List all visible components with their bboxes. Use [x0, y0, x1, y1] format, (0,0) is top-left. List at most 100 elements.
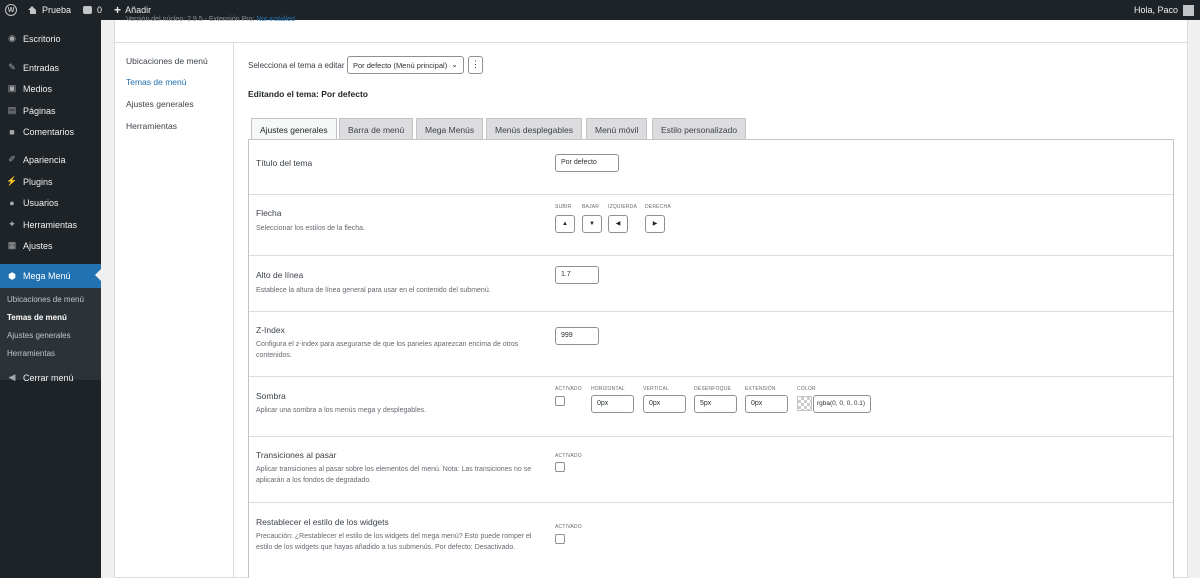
- sidebar-item-label: Mega Menú: [23, 271, 71, 281]
- setting-row-line-height: Alto de línea Establece la altura de lín…: [249, 256, 1173, 312]
- media-icon: ▣: [7, 83, 17, 94]
- account-link[interactable]: Hola, Paco: [1134, 4, 1200, 16]
- sidebar-item-plugins[interactable]: ⚡ Plugins: [0, 171, 101, 193]
- avatar: [1183, 4, 1194, 16]
- line-height-label: Alto de línea: [256, 270, 304, 280]
- reset-widgets-label: Restablecer el estilo de los widgets: [256, 517, 389, 527]
- pages-icon: ▤: [7, 105, 17, 116]
- comment-bubble-icon: [83, 6, 93, 14]
- more-vertical-icon: ⋮: [471, 59, 480, 69]
- sidebar-item-label: Medios: [23, 83, 53, 94]
- nav-ajustes-generales[interactable]: Ajustes generales: [126, 99, 194, 109]
- arrow-up-select[interactable]: ▲: [555, 215, 575, 233]
- sidebar-item-label: Escritorio: [23, 33, 61, 44]
- setting-row-arrow: Flecha Seleccionar los estilos de la fle…: [249, 195, 1173, 256]
- arrow-down-label: BAJAR: [582, 204, 600, 210]
- theme-select-label: Selecciona el tema a editar: [248, 61, 345, 70]
- pro-status-link[interactable]: Not installed: [256, 16, 295, 23]
- setting-row-zindex: Z-Index Configura el z-index para asegur…: [249, 312, 1173, 377]
- nav-temas[interactable]: Temas de menú: [126, 77, 186, 87]
- submenu-ubicaciones[interactable]: Ubicaciones de menú: [7, 295, 84, 304]
- tab-menu-movil[interactable]: Menú móvil: [586, 118, 648, 139]
- reset-widgets-checkbox[interactable]: [555, 534, 565, 544]
- hover-transitions-label: Transiciones al pasar: [256, 450, 337, 460]
- plus-icon: +: [114, 3, 122, 17]
- sidebar-item-apariencia[interactable]: ✐ Apariencia: [0, 149, 101, 171]
- arrow-left-icon: ◀: [615, 221, 621, 227]
- chevron-down-icon: ⌄: [451, 60, 458, 69]
- shadow-color-input[interactable]: rgba(0, 0, 0, 0.1): [813, 395, 871, 413]
- shadow-blur-input[interactable]: 5px: [694, 395, 737, 413]
- shadow-horizontal-label: HORIZONTAL: [591, 386, 625, 392]
- shadow-vertical-label: VERTICAL: [643, 386, 669, 392]
- appearance-icon: ✐: [8, 154, 16, 165]
- sidebar-item-label: Plugins: [23, 176, 53, 187]
- shadow-blur-label: DESENFOQUE: [694, 386, 732, 392]
- collapse-icon: ◀: [8, 372, 16, 383]
- shadow-vertical-input[interactable]: 0px: [643, 395, 686, 413]
- sidebar-item-entradas[interactable]: ✎ Entradas: [0, 57, 101, 79]
- sidebar-item-label: Páginas: [23, 105, 56, 116]
- shadow-color-swatch[interactable]: [797, 396, 812, 411]
- shadow-spread-input[interactable]: 0px: [745, 395, 788, 413]
- pin-icon: ✎: [8, 62, 16, 73]
- tools-icon: ✦: [8, 219, 16, 230]
- theme-title-label: Título del tema: [256, 158, 313, 168]
- sidebar-item-label: Comentarios: [23, 126, 75, 137]
- header-divider: [114, 42, 1188, 43]
- tab-estilo-personalizado[interactable]: Estilo personalizado: [652, 118, 747, 139]
- sidebar-item-mega-menu[interactable]: ⬢ Mega Menú: [0, 264, 101, 288]
- submenu-temas[interactable]: Temas de menú: [7, 313, 67, 322]
- wordpress-logo-icon[interactable]: W: [0, 0, 22, 20]
- arrow-left-label: IZQUIERDA: [608, 204, 638, 210]
- submenu-herramientas[interactable]: Herramientas: [7, 349, 55, 358]
- shadow-desc: Aplicar una sombra a los menús mega y de…: [256, 407, 427, 414]
- collapse-label: Cerrar menú: [23, 372, 74, 383]
- zindex-input[interactable]: 999: [555, 327, 599, 345]
- sidebar-item-paginas[interactable]: ▤ Páginas: [0, 100, 101, 122]
- hover-transitions-desc: Aplicar transiciones al pasar sobre los …: [256, 466, 532, 484]
- shadow-color-label: COLOR: [797, 386, 816, 392]
- arrow-down-select[interactable]: ▼: [582, 215, 602, 233]
- sidebar-item-herramientas[interactable]: ✦ Herramientas: [0, 214, 101, 236]
- tab-menus-desplegables[interactable]: Menús desplegables: [486, 118, 582, 139]
- comments-count: 0: [97, 5, 103, 15]
- arrow-label: Flecha: [256, 208, 282, 218]
- theme-select-value: Por defecto (Menú principal): [353, 61, 448, 70]
- hover-transitions-checkbox[interactable]: [555, 462, 565, 472]
- sidebar-item-ajustes[interactable]: ▦ Ajustes: [0, 235, 101, 257]
- site-name-link[interactable]: Prueba: [22, 0, 77, 20]
- arrow-left-select[interactable]: ◀: [608, 215, 628, 233]
- theme-options-button[interactable]: ⋮: [468, 56, 483, 74]
- arrow-right-select[interactable]: ▶: [645, 215, 665, 233]
- comments-icon: ■: [9, 126, 15, 137]
- collapse-menu-button[interactable]: ◀ Cerrar menú: [0, 367, 101, 389]
- nav-ubicaciones[interactable]: Ubicaciones de menú: [126, 56, 208, 66]
- sidebar-item-label: Entradas: [23, 62, 60, 73]
- tab-barra-de-menu[interactable]: Barra de menú: [339, 118, 414, 139]
- theme-title-input[interactable]: Por defecto: [555, 154, 619, 172]
- tab-mega-menus[interactable]: Mega Menús: [416, 118, 484, 139]
- shadow-horizontal-input[interactable]: 0px: [591, 395, 634, 413]
- shadow-label: Sombra: [256, 391, 286, 401]
- sidebar-item-comentarios[interactable]: ■ Comentarios: [0, 121, 101, 143]
- megamenu-icon: ⬢: [8, 270, 16, 281]
- setting-row-shadow: Sombra Aplicar una sombra a los menús me…: [249, 377, 1173, 437]
- submenu-ajustes-generales[interactable]: Ajustes generales: [7, 331, 71, 340]
- arrow-down-icon: ▼: [589, 221, 595, 227]
- sidebar-item-escritorio[interactable]: ◉ Escritorio: [0, 28, 101, 50]
- site-name-label: Prueba: [42, 5, 72, 15]
- theme-select[interactable]: Por defecto (Menú principal) ⌄: [347, 56, 464, 74]
- version-text: Versión del núcleo: 2.9.5 - Extensión Pr…: [126, 16, 257, 23]
- sidebar-item-usuarios[interactable]: ● Usuarios: [0, 192, 101, 214]
- editing-title: Editando el tema: Por defecto: [248, 89, 368, 99]
- hover-enabled-label: ACTIVADO: [555, 453, 582, 459]
- nav-herramientas[interactable]: Herramientas: [126, 121, 177, 131]
- sidebar-item-medios[interactable]: ▣ Medios: [0, 78, 101, 100]
- zindex-desc: Configura el z-index para asegurarse de …: [256, 341, 519, 359]
- shadow-enabled-checkbox[interactable]: [555, 396, 565, 406]
- tab-ajustes-generales[interactable]: Ajustes generales: [251, 118, 337, 140]
- comments-link[interactable]: 0: [77, 0, 108, 20]
- line-height-input[interactable]: 1.7: [555, 266, 599, 284]
- settings-table: Título del tema Por defecto Flecha Selec…: [248, 139, 1174, 578]
